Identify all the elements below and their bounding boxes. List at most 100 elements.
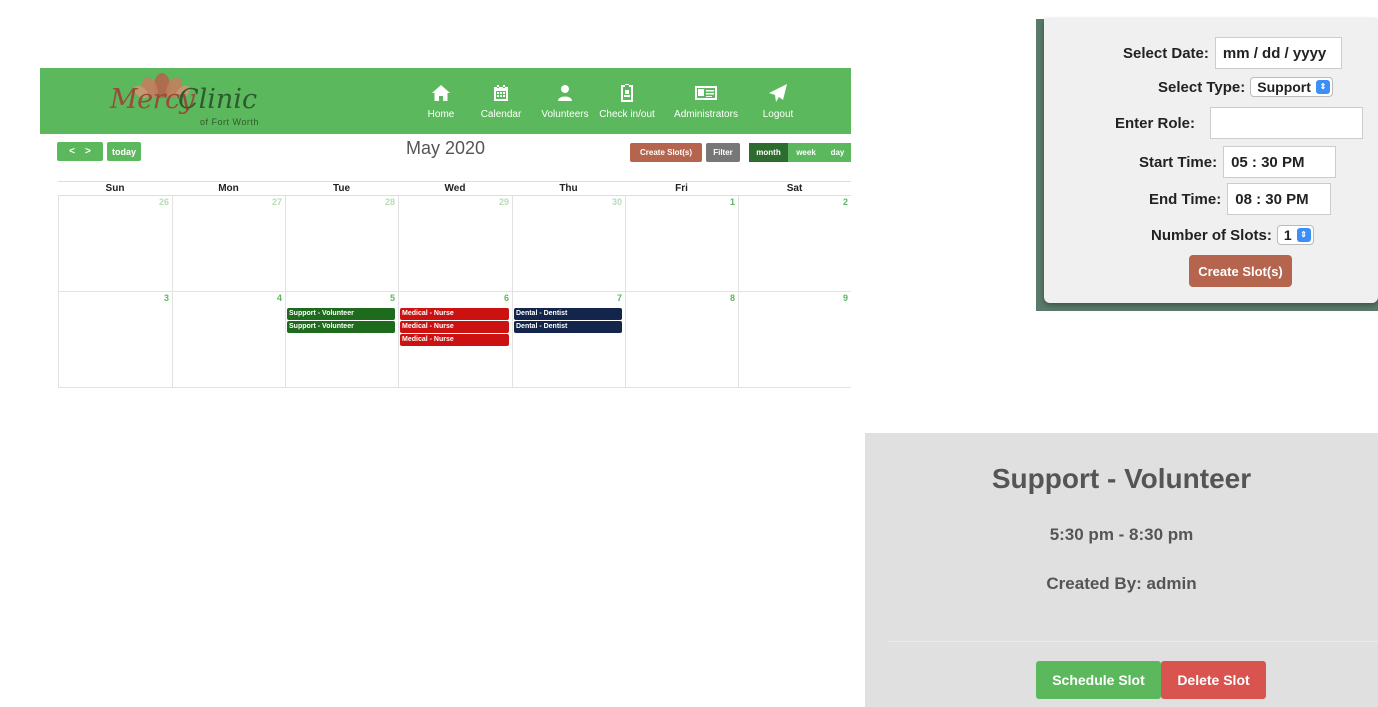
create-slot-submit-button[interactable]: Create Slot(s) — [1189, 255, 1292, 287]
nav-checkinout-label: Check in/out — [599, 108, 655, 120]
role-row: Enter Role: — [1115, 107, 1364, 139]
nav-administrators[interactable]: Administrators — [667, 68, 745, 134]
weekday-header: Sun Mon Tue Wed Thu Fri Sat — [58, 181, 851, 196]
end-time-label: End Time: — [1149, 190, 1222, 208]
start-time-input[interactable]: 05 : 30 PM — [1223, 146, 1337, 178]
nav-volunteers[interactable]: Volunteers — [537, 68, 593, 134]
user-icon — [555, 83, 575, 103]
nav-logout-label: Logout — [762, 108, 794, 120]
day-number[interactable]: 4 — [277, 293, 282, 303]
end-time-input[interactable]: 08 : 30 PM — [1227, 183, 1332, 215]
day-events: Dental - Dentist Dental - Dentist — [514, 308, 622, 334]
day-cell[interactable]: 9 — [738, 292, 851, 388]
nav-home-label: Home — [427, 108, 455, 120]
nav-menu: Home Calendar Volunteers Check in/out Ad… — [415, 68, 851, 134]
day-cell[interactable]: 28 — [285, 196, 398, 292]
calendar-toolbar: < > today May 2020 Create Slot(s) Filter… — [40, 138, 851, 178]
slot-title: Support - Volunteer — [991, 463, 1252, 494]
day-cell[interactable]: 27 — [172, 196, 285, 292]
day-number[interactable]: 3 — [164, 293, 169, 303]
day-number[interactable]: 27 — [272, 197, 282, 207]
weekday-tue: Tue — [332, 183, 351, 194]
role-input[interactable] — [1210, 107, 1364, 139]
mercy-clinic-logo[interactable]: Mercy Clinic of Fort Worth — [110, 70, 280, 132]
day-events: Support - Volunteer Support - Volunteer — [287, 308, 395, 334]
date-input[interactable]: mm / dd / yyyy — [1214, 37, 1342, 69]
calendar-event[interactable]: Medical - Nurse — [400, 321, 509, 333]
view-day-button[interactable]: day — [824, 143, 851, 162]
day-cell[interactable]: 2 — [738, 196, 851, 292]
day-number[interactable]: 9 — [843, 293, 848, 303]
end-time-row: End Time: 08 : 30 PM — [1149, 183, 1332, 215]
select-arrows-icon: ⇕ — [1296, 228, 1311, 242]
view-week-button[interactable]: week — [788, 143, 824, 162]
schedule-slot-button[interactable]: Schedule Slot — [1036, 661, 1161, 699]
start-time-row: Start Time: 05 : 30 PM — [1139, 146, 1337, 178]
day-number[interactable]: 8 — [730, 293, 735, 303]
day-number[interactable]: 2 — [843, 197, 848, 207]
slots-select[interactable]: 1 ⇕ — [1276, 225, 1314, 245]
view-switcher: month week day — [749, 143, 851, 162]
day-number[interactable]: 5 — [390, 293, 395, 303]
nav-home[interactable]: Home — [415, 68, 467, 134]
start-time-label: Start Time: — [1139, 153, 1218, 171]
slot-created-by: Created By: admin — [1046, 574, 1197, 593]
nav-logout[interactable]: Logout — [753, 68, 803, 134]
weekday-thu: Thu — [559, 183, 578, 194]
create-slot-form: Select Date: mm / dd / yyyy Select Type:… — [1044, 19, 1378, 303]
home-icon — [431, 83, 451, 103]
day-cell[interactable]: 5 Support - Volunteer Support - Volunteer — [285, 292, 398, 388]
slots-row: Number of Slots: 1 ⇕ — [1151, 222, 1314, 248]
calendar-event[interactable]: Dental - Dentist — [514, 308, 622, 320]
day-cell[interactable]: 8 — [625, 292, 738, 388]
day-number[interactable]: 30 — [612, 197, 622, 207]
day-cell[interactable]: 4 — [172, 292, 285, 388]
view-month-button[interactable]: month — [749, 143, 788, 162]
nav-volunteers-label: Volunteers — [541, 108, 589, 120]
month-body: 26 27 28 29 30 1 2 3 4 5 Support - Volunteer Suppor… — [58, 196, 851, 388]
create-slots-button[interactable]: Create Slot(s) — [630, 143, 702, 162]
delete-slot-button[interactable]: Delete Slot — [1161, 661, 1266, 699]
calendar-event[interactable]: Medical - Nurse — [400, 334, 509, 346]
weekday-sat: Sat — [786, 183, 803, 194]
calendar-app: Mercy Clinic of Fort Worth Home Calendar — [40, 68, 851, 178]
weekday-sun: Sun — [105, 183, 125, 194]
logo-text-clinic: Clinic — [178, 84, 258, 115]
nav-checkinout[interactable]: Check in/out — [597, 68, 657, 134]
calendar-event[interactable]: Support - Volunteer — [287, 321, 395, 333]
type-label: Select Type: — [1158, 78, 1246, 96]
day-number[interactable]: 7 — [617, 293, 622, 303]
day-cell[interactable]: 7 Dental - Dentist Dental - Dentist — [512, 292, 625, 388]
paper-plane-icon — [768, 83, 788, 103]
role-label: Enter Role: — [1115, 114, 1196, 132]
day-cell[interactable]: 29 — [398, 196, 512, 292]
day-number[interactable]: 26 — [159, 197, 169, 207]
day-cell[interactable]: 1 — [625, 196, 738, 292]
slot-time: 5:30 pm - 8:30 pm — [1049, 525, 1194, 544]
calendar-event[interactable]: Dental - Dentist — [514, 321, 622, 333]
day-cell[interactable]: 30 — [512, 196, 625, 292]
day-cell[interactable]: 3 — [58, 292, 172, 388]
day-events: Medical - Nurse Medical - Nurse Medical - … — [400, 308, 509, 347]
calendar-event[interactable]: Support - Volunteer — [287, 308, 395, 320]
weekday-wed: Wed — [444, 183, 466, 194]
day-number[interactable]: 1 — [730, 197, 735, 207]
create-slot-modal-backdrop: Select Date: mm / dd / yyyy Select Type:… — [1036, 19, 1378, 311]
day-number[interactable]: 6 — [504, 293, 509, 303]
top-navbar: Mercy Clinic of Fort Worth Home Calendar — [40, 68, 851, 134]
calendar-event[interactable]: Medical - Nurse — [400, 308, 509, 320]
nav-calendar[interactable]: Calendar — [475, 68, 527, 134]
nav-administrators-label: Administrators — [674, 108, 738, 120]
type-select-value: Support — [1257, 79, 1311, 95]
nav-calendar-label: Calendar — [480, 108, 522, 120]
type-select[interactable]: Support ⇕ — [1250, 77, 1333, 97]
day-number[interactable]: 28 — [385, 197, 395, 207]
day-cell[interactable]: 26 — [58, 196, 172, 292]
filter-button[interactable]: Filter — [706, 143, 740, 162]
day-cell[interactable]: 6 Medical - Nurse Medical - Nurse Medical -… — [398, 292, 512, 388]
logo-subtitle: of Fort Worth — [200, 117, 259, 127]
day-number[interactable]: 29 — [499, 197, 509, 207]
week-row: 26 27 28 29 30 1 2 — [58, 196, 851, 292]
divider — [887, 641, 1378, 642]
slot-detail-panel: Support - Volunteer 5:30 pm - 8:30 pm Cr… — [865, 433, 1378, 707]
